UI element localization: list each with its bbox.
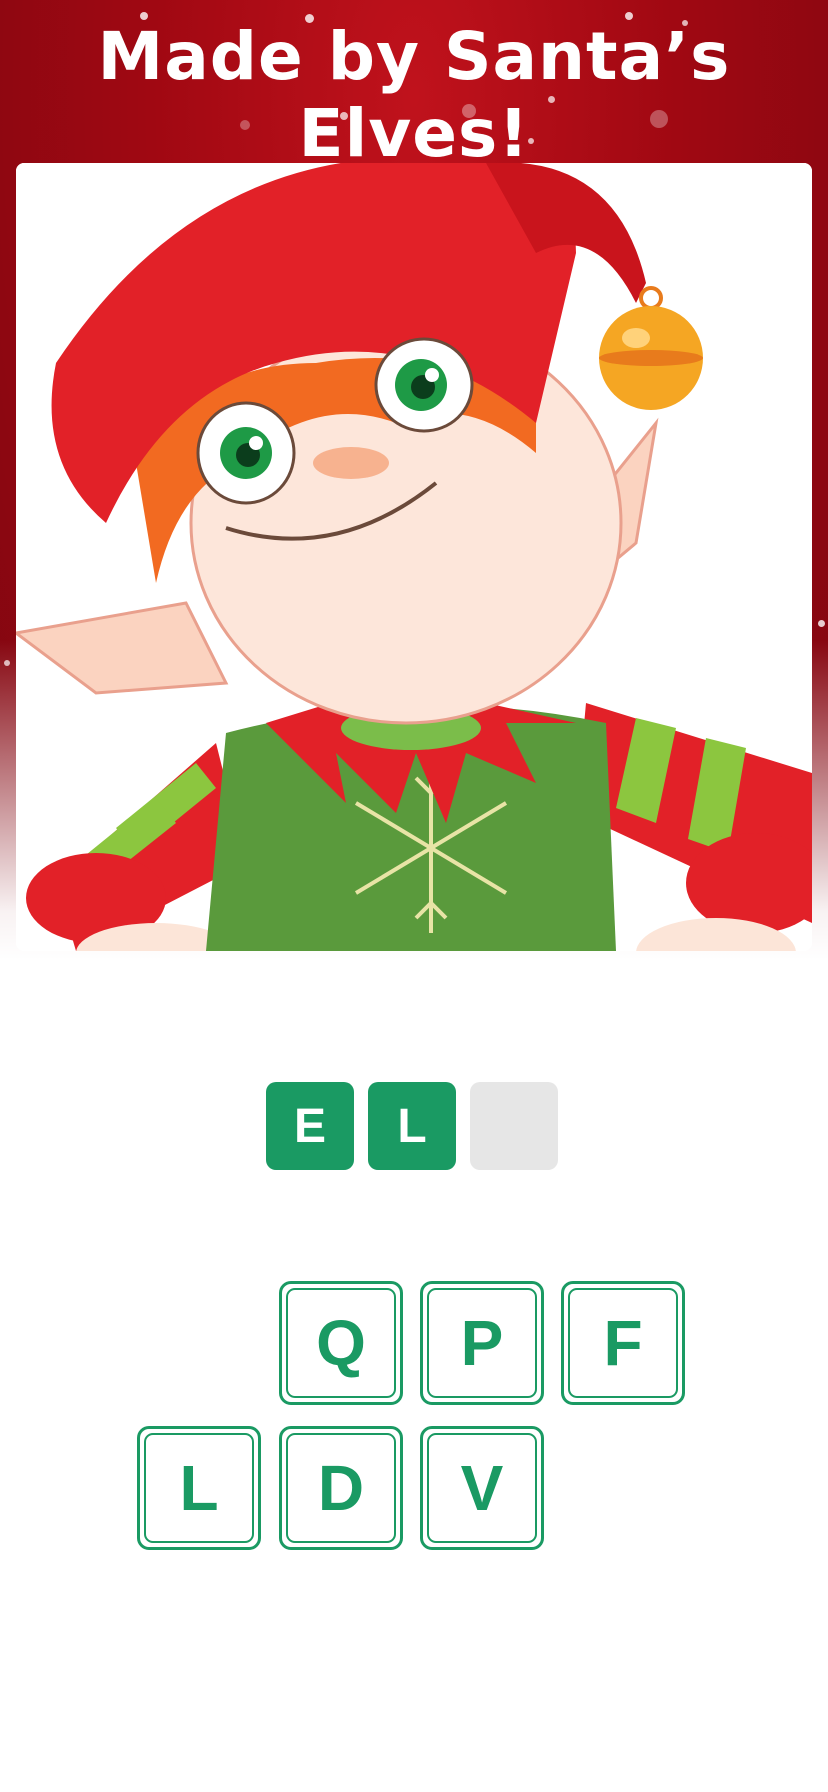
answer-slots: E L [266, 1082, 558, 1170]
letter-key-p[interactable]: P [420, 1281, 544, 1405]
puzzle-image [16, 163, 812, 951]
letter-key-f[interactable]: F [561, 1281, 685, 1405]
elf-illustration-icon [16, 163, 812, 951]
letter-key-l[interactable]: L [137, 1426, 261, 1550]
letter-key-d[interactable]: D [279, 1426, 403, 1550]
snow-sparkle [818, 620, 825, 627]
answer-slot-filled[interactable]: E [266, 1082, 354, 1170]
page-title: Made by Santa’s Elves! [97, 18, 731, 172]
letter-key-v[interactable]: V [420, 1426, 544, 1550]
letter-key-q[interactable]: Q [279, 1281, 403, 1405]
answer-slot-empty[interactable] [470, 1082, 558, 1170]
answer-slot-filled[interactable]: L [368, 1082, 456, 1170]
